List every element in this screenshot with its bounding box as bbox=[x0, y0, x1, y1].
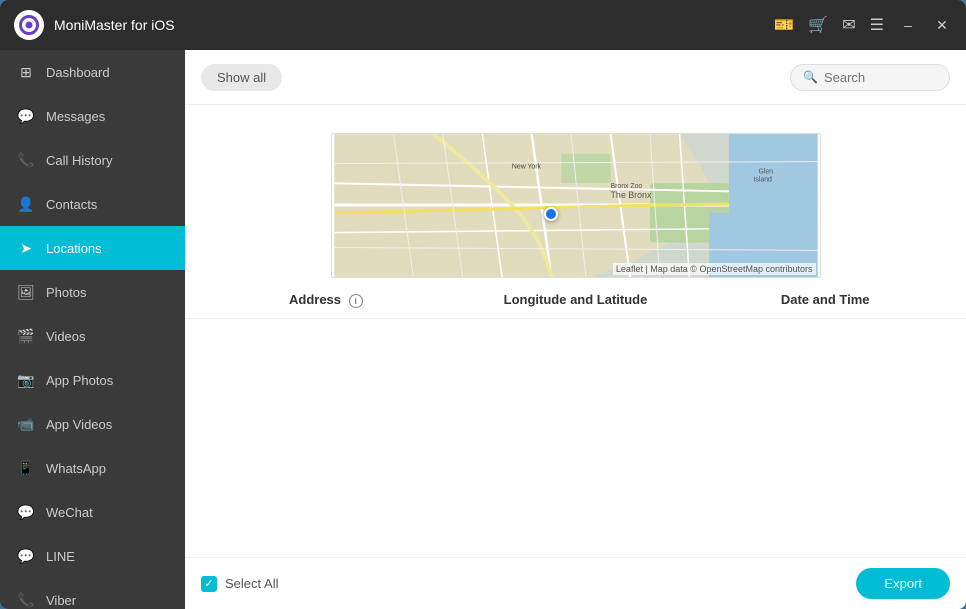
locations-icon: ➤ bbox=[16, 238, 36, 258]
viber-icon: 📞 bbox=[16, 590, 36, 609]
wechat-icon: 💬 bbox=[16, 502, 36, 522]
sidebar-label-contacts: Contacts bbox=[46, 197, 97, 212]
sidebar-item-whatsapp[interactable]: 📱 WhatsApp bbox=[0, 446, 185, 490]
sidebar-item-line[interactable]: 💬 LINE bbox=[0, 534, 185, 578]
sidebar-item-messages[interactable]: 💬 Messages bbox=[0, 94, 185, 138]
sidebar-item-app-videos[interactable]: 📹 App Videos bbox=[0, 402, 185, 446]
sidebar-label-videos: Videos bbox=[46, 329, 86, 344]
column-header-datetime: Date and Time bbox=[700, 292, 950, 308]
show-all-button[interactable]: Show all bbox=[201, 64, 282, 91]
app-logo bbox=[14, 10, 44, 40]
search-input[interactable] bbox=[824, 70, 937, 85]
top-bar: Show all 🔍 bbox=[185, 50, 966, 105]
search-box: 🔍 bbox=[790, 64, 950, 91]
app-photos-icon: 📷 bbox=[16, 370, 36, 390]
sidebar-label-photos: Photos bbox=[46, 285, 86, 300]
mail-icon[interactable]: ✉ bbox=[842, 15, 855, 35]
sidebar-label-app-videos: App Videos bbox=[46, 417, 112, 432]
sidebar-label-dashboard: Dashboard bbox=[46, 65, 110, 80]
minimize-button[interactable]: – bbox=[898, 15, 918, 35]
sidebar-label-messages: Messages bbox=[46, 109, 105, 124]
cart-icon[interactable]: 🛒 bbox=[808, 15, 828, 35]
sidebar-label-call-history: Call History bbox=[46, 153, 112, 168]
svg-text:New York: New York bbox=[511, 164, 541, 171]
photos-icon: 🖼 bbox=[16, 282, 36, 302]
svg-text:Glen: Glen bbox=[758, 168, 773, 175]
sidebar-item-videos[interactable]: 🎬 Videos bbox=[0, 314, 185, 358]
sidebar-item-contacts[interactable]: 👤 Contacts bbox=[0, 182, 185, 226]
main-layout: ⊞ Dashboard 💬 Messages 📞 Call History 👤 … bbox=[0, 50, 966, 609]
videos-icon: 🎬 bbox=[16, 326, 36, 346]
export-button[interactable]: Export bbox=[856, 568, 950, 599]
sidebar-label-line: LINE bbox=[46, 549, 75, 564]
sidebar-item-wechat[interactable]: 💬 WeChat bbox=[0, 490, 185, 534]
map-container: The Bronx Bronx Zoo New York Glen Island bbox=[331, 133, 821, 278]
close-button[interactable]: ✕ bbox=[932, 15, 952, 35]
sidebar-label-viber: Viber bbox=[46, 593, 76, 608]
sidebar-item-photos[interactable]: 🖼 Photos bbox=[0, 270, 185, 314]
svg-text:The Bronx: The Bronx bbox=[610, 190, 651, 200]
dashboard-icon: ⊞ bbox=[16, 62, 36, 82]
title-bar-actions: 🎫 🛒 ✉ ☰ – ✕ bbox=[774, 15, 952, 35]
sidebar-label-whatsapp: WhatsApp bbox=[46, 461, 106, 476]
sidebar-label-app-photos: App Photos bbox=[46, 373, 113, 388]
line-icon: 💬 bbox=[16, 546, 36, 566]
contacts-icon: 👤 bbox=[16, 194, 36, 214]
sidebar-item-dashboard[interactable]: ⊞ Dashboard bbox=[0, 50, 185, 94]
sidebar-label-locations: Locations bbox=[46, 241, 102, 256]
map-attribution: Leaflet | Map data © OpenStreetMap contr… bbox=[613, 263, 816, 275]
content-area: Show all 🔍 bbox=[185, 50, 966, 609]
menu-icon[interactable]: ☰ bbox=[870, 15, 884, 35]
app-title: MoniMaster for iOS bbox=[54, 17, 774, 33]
messages-icon: 💬 bbox=[16, 106, 36, 126]
table-header: Address i Longitude and Latitude Date an… bbox=[185, 282, 966, 319]
table-body bbox=[185, 319, 966, 557]
app-videos-icon: 📹 bbox=[16, 414, 36, 434]
gift-icon[interactable]: 🎫 bbox=[774, 15, 794, 35]
bottom-bar: ✓ Select All Export bbox=[185, 557, 966, 609]
map-marker bbox=[544, 207, 558, 221]
whatsapp-icon: 📱 bbox=[16, 458, 36, 478]
select-all-checkbox[interactable]: ✓ bbox=[201, 576, 217, 592]
column-header-longlat: Longitude and Latitude bbox=[451, 292, 701, 308]
sidebar-label-wechat: WeChat bbox=[46, 505, 93, 520]
call-history-icon: 📞 bbox=[16, 150, 36, 170]
svg-text:Island: Island bbox=[753, 176, 772, 183]
sidebar: ⊞ Dashboard 💬 Messages 📞 Call History 👤 … bbox=[0, 50, 185, 609]
sidebar-item-call-history[interactable]: 📞 Call History bbox=[0, 138, 185, 182]
sidebar-item-app-photos[interactable]: 📷 App Photos bbox=[0, 358, 185, 402]
svg-text:Bronx Zoo: Bronx Zoo bbox=[610, 183, 642, 190]
sidebar-item-viber[interactable]: 📞 Viber bbox=[0, 578, 185, 609]
address-info-icon[interactable]: i bbox=[349, 294, 363, 308]
app-window: MoniMaster for iOS 🎫 🛒 ✉ ☰ – ✕ ⊞ Dashboa… bbox=[0, 0, 966, 609]
title-bar: MoniMaster for iOS 🎫 🛒 ✉ ☰ – ✕ bbox=[0, 0, 966, 50]
column-header-address: Address i bbox=[201, 292, 451, 308]
sidebar-item-locations[interactable]: ➤ Locations bbox=[0, 226, 185, 270]
search-icon: 🔍 bbox=[803, 70, 818, 84]
select-all-label[interactable]: Select All bbox=[225, 576, 278, 591]
